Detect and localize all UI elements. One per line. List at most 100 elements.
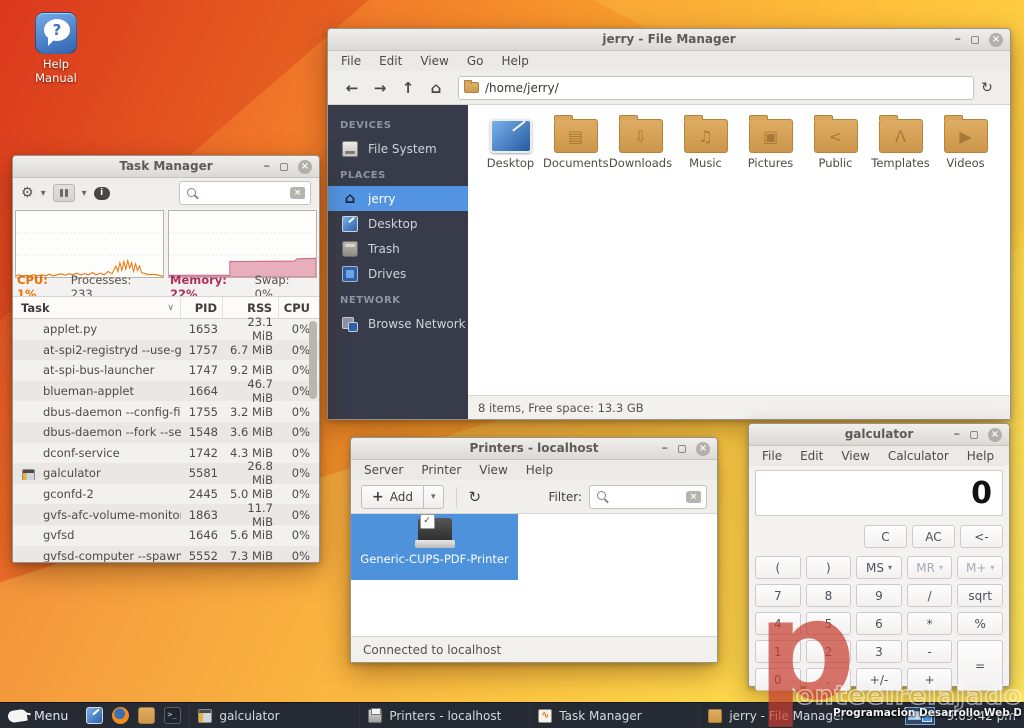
- up-icon[interactable]: ↑: [394, 79, 422, 97]
- forward-icon[interactable]: →: [366, 79, 394, 97]
- calc-key-mr[interactable]: MR▾: [907, 556, 953, 579]
- path-input[interactable]: [485, 81, 968, 95]
- calc-key-5[interactable]: 5: [806, 612, 852, 635]
- file-item-downloads[interactable]: ⇩Downloads: [608, 113, 673, 170]
- calc-btn-item[interactable]: <-: [960, 525, 1003, 548]
- menu-item-go[interactable]: Go: [458, 51, 493, 71]
- calc-key-2[interactable]: 2: [806, 640, 852, 663]
- file-item-music[interactable]: ♫Music: [673, 113, 738, 170]
- calc-key-m[interactable]: M+▾: [957, 556, 1003, 579]
- taskbar-window-galculator[interactable]: galculator: [189, 703, 359, 728]
- sidebar-item-trash[interactable]: Trash: [328, 236, 468, 261]
- calc-key-0[interactable]: 0: [755, 668, 801, 691]
- close-button[interactable]: ×: [298, 160, 312, 174]
- printers-titlebar[interactable]: Printers - localhost – ×: [351, 438, 717, 460]
- desktop-launcher-icon[interactable]: [86, 707, 103, 724]
- menu-item-server[interactable]: Server: [355, 460, 412, 480]
- calc-key-item[interactable]: %: [957, 612, 1003, 635]
- search-box[interactable]: ×: [179, 181, 311, 205]
- calc-key-item[interactable]: (: [755, 556, 801, 579]
- close-button[interactable]: ×: [989, 33, 1003, 47]
- sidebar-item-jerry[interactable]: ⌂jerry: [328, 186, 468, 211]
- calc-btn-c[interactable]: C: [864, 525, 907, 548]
- sidebar-item-file-system[interactable]: File System: [328, 136, 468, 161]
- menu-item-help[interactable]: Help: [517, 460, 562, 480]
- info-icon[interactable]: i: [94, 187, 110, 200]
- file-item-public[interactable]: <Public: [803, 113, 868, 170]
- column-header-pid[interactable]: PID: [181, 297, 223, 318]
- calc-key-9[interactable]: 9: [856, 584, 902, 607]
- task-row-galculator[interactable]: galculator558126.8 MiB0%: [13, 463, 319, 484]
- clear-search-icon[interactable]: ×: [290, 187, 305, 199]
- maximize-button[interactable]: [971, 36, 979, 44]
- close-button[interactable]: ×: [988, 428, 1002, 442]
- add-printer-button[interactable]: + Add: [361, 485, 424, 509]
- calc-key-item[interactable]: *: [907, 612, 953, 635]
- task-row-dbus-daemon-config-file-etc[interactable]: dbus-daemon --config-file=/etc/…17553.2 …: [13, 401, 319, 422]
- menu-item-help[interactable]: Help: [492, 51, 537, 71]
- refresh-icon[interactable]: ↻: [974, 80, 1000, 96]
- calc-btn-ac[interactable]: AC: [912, 525, 955, 548]
- maximize-button[interactable]: [280, 163, 288, 171]
- folder-launcher-icon[interactable]: [138, 707, 155, 724]
- menu-item-printer[interactable]: Printer: [412, 460, 470, 480]
- filter-input[interactable]: [611, 490, 682, 504]
- menu-item-edit[interactable]: Edit: [791, 446, 832, 466]
- calc-key-ms[interactable]: MS▾: [856, 556, 902, 579]
- chevron-down-icon[interactable]: ▾: [82, 188, 87, 199]
- taskbar-window-task-manager[interactable]: Task Manager: [529, 703, 699, 728]
- calc-key-item[interactable]: .: [806, 668, 852, 691]
- sidebar-item-desktop[interactable]: Desktop: [328, 211, 468, 236]
- calc-key-item[interactable]: +: [907, 668, 953, 691]
- sidebar-item-browse-network[interactable]: Browse Network: [328, 311, 468, 336]
- taskbar-window-printers-localhost[interactable]: Printers - localhost: [359, 703, 529, 728]
- menu-item-calculator[interactable]: Calculator: [879, 446, 958, 466]
- graphs-toggle-button[interactable]: [53, 184, 75, 202]
- close-button[interactable]: ×: [696, 442, 710, 456]
- calc-key-1[interactable]: 1: [755, 640, 801, 663]
- taskbar-window-jerry-file-manager[interactable]: jerry - File Manager: [699, 703, 869, 728]
- file-item-documents[interactable]: ▤Documents: [543, 113, 608, 170]
- firefox-launcher-icon[interactable]: [112, 707, 129, 724]
- path-bar[interactable]: [458, 76, 974, 100]
- calc-key-item[interactable]: ): [806, 556, 852, 579]
- clear-filter-icon[interactable]: ×: [686, 491, 701, 503]
- calc-key-item[interactable]: =: [957, 640, 1003, 691]
- column-header-task[interactable]: Task ∨: [13, 297, 181, 318]
- menu-item-file[interactable]: File: [753, 446, 791, 466]
- task-manager-titlebar[interactable]: Task Manager – ×: [13, 156, 319, 178]
- file-item-videos[interactable]: ▶Videos: [933, 113, 998, 170]
- minimize-button[interactable]: –: [955, 35, 962, 45]
- search-input[interactable]: [201, 186, 286, 200]
- menu-item-view[interactable]: View: [832, 446, 878, 466]
- minimize-button[interactable]: –: [662, 444, 669, 454]
- scrollbar-thumb[interactable]: [309, 321, 317, 399]
- home-icon[interactable]: ⌂: [422, 79, 450, 97]
- calc-key-4[interactable]: 4: [755, 612, 801, 635]
- minimize-button[interactable]: –: [264, 162, 271, 172]
- file-item-templates[interactable]: ΛTemplates: [868, 113, 933, 170]
- refresh-icon[interactable]: ↻: [469, 488, 482, 506]
- applications-menu-button[interactable]: Menu: [0, 703, 78, 728]
- menu-item-view[interactable]: View: [411, 51, 457, 71]
- printer-item-selected[interactable]: Generic-CUPS-PDF-Printer: [351, 514, 518, 580]
- task-row-gvfsd-computer-spawner-1-10[interactable]: gvfsd-computer --spawner :1.10…55527.3 M…: [13, 546, 319, 562]
- menu-item-file[interactable]: File: [332, 51, 370, 71]
- calc-key-8[interactable]: 8: [806, 584, 852, 607]
- column-header-cpu[interactable]: CPU: [279, 297, 319, 318]
- chevron-down-icon[interactable]: ▾: [41, 188, 46, 199]
- add-dropdown-button[interactable]: ▾: [424, 485, 444, 509]
- calc-key-sqrt[interactable]: sqrt: [957, 584, 1003, 607]
- calc-key-6[interactable]: 6: [856, 612, 902, 635]
- sidebar-item-drives[interactable]: Drives: [328, 261, 468, 286]
- terminal-launcher-icon[interactable]: [164, 707, 181, 724]
- minimize-button[interactable]: –: [954, 430, 961, 440]
- file-item-desktop[interactable]: Desktop: [478, 113, 543, 170]
- calc-key-3[interactable]: 3: [856, 640, 902, 663]
- back-icon[interactable]: ←: [338, 79, 366, 97]
- clock[interactable]: 9:09:42 pm: [947, 709, 1016, 723]
- maximize-button[interactable]: [678, 445, 686, 453]
- calc-key-item[interactable]: +/-: [856, 668, 902, 691]
- file-item-pictures[interactable]: ▣Pictures: [738, 113, 803, 170]
- galculator-titlebar[interactable]: galculator – ×: [749, 424, 1009, 446]
